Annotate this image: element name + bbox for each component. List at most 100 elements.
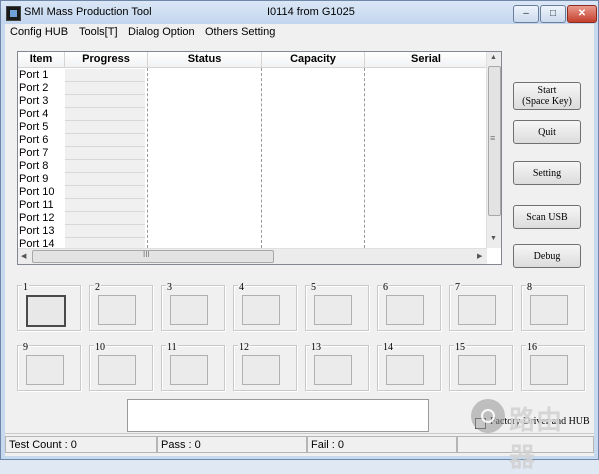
port-label: Port 11 <box>19 199 54 211</box>
column-divider <box>147 68 148 248</box>
port-slot-number: 2 <box>94 282 101 293</box>
port-label: Port 5 <box>19 121 49 133</box>
port-slot-number: 7 <box>454 282 461 293</box>
progress-cell <box>65 160 145 173</box>
port-slot-number: 10 <box>94 342 106 353</box>
port-slot-button[interactable] <box>170 295 208 325</box>
vertical-scrollbar[interactable]: ▲ ≡ ▼ <box>486 52 501 248</box>
scan-usb-button[interactable]: Scan USB <box>513 205 581 229</box>
port-label: Port 7 <box>19 147 49 159</box>
progress-cell <box>65 212 145 225</box>
port-slot-button[interactable] <box>98 355 136 385</box>
horizontal-scrollbar[interactable]: ◀ III ▶ <box>18 248 487 264</box>
debug-button[interactable]: Debug <box>513 244 581 268</box>
client-area: Item Progress Status Capacity Serial Por… <box>5 42 594 455</box>
port-label: Port 10 <box>19 186 55 198</box>
quit-button[interactable]: Quit <box>513 120 581 144</box>
port-slot-number: 15 <box>454 342 466 353</box>
router-logo-icon <box>471 399 505 433</box>
column-divider <box>364 68 365 248</box>
progress-cell <box>65 82 145 95</box>
menu-others-setting[interactable]: Others Setting <box>205 26 275 38</box>
start-shortcut-label: (Space Key) <box>522 96 572 107</box>
minimize-button[interactable]: – <box>513 5 539 23</box>
menu-bar: Config HUB Tools[T] Dialog Option Others… <box>5 24 594 42</box>
port-slot-number: 5 <box>310 282 317 293</box>
port-label: Port 8 <box>19 160 49 172</box>
menu-tools[interactable]: Tools[T] <box>79 26 118 38</box>
port-slot-button[interactable] <box>242 355 280 385</box>
menu-config-hub[interactable]: Config HUB <box>10 26 68 38</box>
port-slot-button[interactable] <box>314 295 352 325</box>
port-slot-button[interactable] <box>386 295 424 325</box>
port-slot-number: 13 <box>310 342 322 353</box>
port-slot-13: 13 <box>305 342 369 391</box>
setting-button[interactable]: Setting <box>513 161 581 185</box>
column-header-serial[interactable]: Serial <box>365 52 488 68</box>
window-title: SMI Mass Production Tool <box>24 6 152 18</box>
progress-cell <box>65 108 145 121</box>
maximize-button[interactable]: □ <box>540 5 566 23</box>
column-header-progress[interactable]: Progress <box>65 52 148 68</box>
grip-icon: III <box>143 250 150 259</box>
port-label: Port 4 <box>19 108 49 120</box>
port-slot-number: 1 <box>22 282 29 293</box>
app-window: SMI Mass Production Tool I0114 from G102… <box>0 0 599 473</box>
port-slot-button[interactable] <box>26 355 64 385</box>
progress-cell <box>65 121 145 134</box>
fail-panel: Fail : 0 <box>307 436 457 453</box>
port-slot-button[interactable] <box>314 355 352 385</box>
watermark-text: 路由器 <box>509 406 564 473</box>
column-divider <box>261 68 262 248</box>
port-slot-button[interactable] <box>458 355 496 385</box>
vertical-scroll-thumb[interactable]: ≡ <box>488 66 501 216</box>
port-label: Port 9 <box>19 173 49 185</box>
window-subtitle: I0114 from G1025 <box>267 6 355 18</box>
port-slot-10: 10 <box>89 342 153 391</box>
progress-cell <box>65 147 145 160</box>
port-slot-button[interactable] <box>170 355 208 385</box>
port-slot-number: 4 <box>238 282 245 293</box>
port-slot-button[interactable] <box>530 295 568 325</box>
port-slot-number: 16 <box>526 342 538 353</box>
progress-cell <box>65 134 145 147</box>
port-slot-number: 3 <box>166 282 173 293</box>
watermark: 路由器 <box>469 397 589 473</box>
column-header-item[interactable]: Item <box>18 52 65 68</box>
pass-panel: Pass : 0 <box>157 436 307 453</box>
column-header-capacity[interactable]: Capacity <box>262 52 365 68</box>
start-button[interactable]: Start (Space Key) <box>513 82 581 110</box>
port-slot-4: 4 <box>233 282 297 331</box>
app-icon <box>6 6 21 21</box>
port-slot-number: 9 <box>22 342 29 353</box>
port-slot-button[interactable] <box>242 295 280 325</box>
port-slot-button[interactable] <box>386 355 424 385</box>
port-slot-button[interactable] <box>26 295 66 327</box>
start-label: Start <box>537 85 557 96</box>
progress-cell <box>65 173 145 186</box>
port-slot-3: 3 <box>161 282 225 331</box>
progress-cell <box>65 186 145 199</box>
port-slot-5: 5 <box>305 282 369 331</box>
scroll-left-icon[interactable]: ◀ <box>21 252 26 260</box>
port-slot-8: 8 <box>521 282 585 331</box>
port-slot-15: 15 <box>449 342 513 391</box>
title-bar: SMI Mass Production Tool I0114 from G102… <box>1 1 598 24</box>
message-box <box>127 399 429 432</box>
column-header-status[interactable]: Status <box>148 52 262 68</box>
scroll-up-icon[interactable]: ▲ <box>490 54 497 61</box>
port-slot-button[interactable] <box>98 295 136 325</box>
port-slot-number: 8 <box>526 282 533 293</box>
port-slot-button[interactable] <box>530 355 568 385</box>
horizontal-scroll-thumb[interactable]: III <box>32 250 274 263</box>
scroll-down-icon[interactable]: ▼ <box>490 235 497 242</box>
scroll-right-icon[interactable]: ▶ <box>477 252 482 260</box>
port-label: Port 3 <box>19 95 49 107</box>
menu-dialog-option[interactable]: Dialog Option <box>128 26 195 38</box>
port-slot-1: 1 <box>17 282 81 331</box>
port-list[interactable]: Item Progress Status Capacity Serial Por… <box>17 51 502 265</box>
port-slot-7: 7 <box>449 282 513 331</box>
close-button[interactable]: ✕ <box>567 5 597 23</box>
port-slot-16: 16 <box>521 342 585 391</box>
port-slot-button[interactable] <box>458 295 496 325</box>
